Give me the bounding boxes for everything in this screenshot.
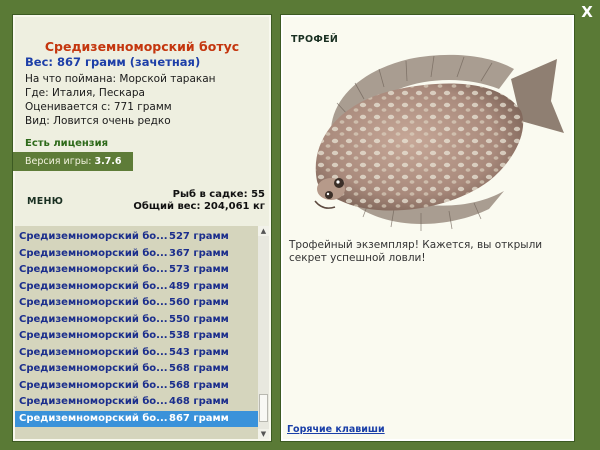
- catch-list[interactable]: Средиземноморский бо... 527 грамм Средизем…: [15, 226, 258, 439]
- catch-list-item[interactable]: Средиземноморский бо... 568 грамм: [15, 361, 258, 377]
- close-icon[interactable]: X: [578, 3, 596, 21]
- catch-list-item[interactable]: Средиземноморский бо... 468 грамм: [15, 394, 258, 410]
- catch-item-name: Средиземноморский бо...: [19, 297, 168, 308]
- catch-list-item[interactable]: Средиземноморский бо... 550 грамм: [15, 312, 258, 328]
- version-label: Версия игры:: [25, 156, 92, 167]
- fish-info-panel: Средиземноморский ботус Вес: 867 грамм (…: [12, 14, 272, 442]
- catch-list-item[interactable]: Средиземноморский бо... 527 грамм: [15, 229, 258, 245]
- flounder-fish-image: [314, 54, 564, 231]
- arrow-up-icon[interactable]: ▲: [258, 226, 269, 236]
- catch-item-weight: 538 грамм: [169, 330, 229, 341]
- catch-item-name: Средиземноморский бо...: [19, 313, 168, 325]
- catch-item-name: Средиземноморский бо...: [19, 379, 168, 391]
- catch-item-weight: 867 грамм: [169, 412, 229, 424]
- version-bar: Версия игры: 3.7.6: [13, 152, 133, 171]
- menu-button[interactable]: МЕНЮ: [27, 196, 63, 207]
- catch-list-item[interactable]: Средиземноморский бо... 568 грамм: [15, 378, 258, 394]
- license-status: Есть лицензия: [25, 138, 109, 149]
- fish-name: Средиземноморский ботус: [44, 39, 240, 54]
- fish-rarity: Вид: Ловится очень редко: [25, 115, 171, 127]
- trophy-panel: ТРОФЕЙ Трофейный экземпляр! Кажется, вы …: [280, 14, 575, 442]
- hotkeys-link[interactable]: Горячие клавиши: [287, 424, 385, 435]
- catch-list-item[interactable]: Средиземноморский бо... 573 грамм: [15, 262, 258, 278]
- catch-list-scrollbar[interactable]: ▲ ▼: [258, 226, 269, 439]
- catch-item-name: Средиземноморский бо...: [19, 247, 168, 259]
- catch-list-item[interactable]: Средиземноморский бо... 489 грамм: [15, 279, 258, 295]
- catch-item-name: Средиземноморский бо...: [19, 264, 168, 275]
- catch-list-item[interactable]: Средиземноморский бо... 560 грамм: [15, 295, 258, 311]
- catch-item-weight: 573 грамм: [169, 264, 229, 275]
- scrollbar-thumb[interactable]: [259, 394, 268, 422]
- total-weight: Общий вес: 204,061 кг: [133, 201, 265, 212]
- fish-bait: На что поймана: Морской таракан: [25, 73, 216, 85]
- catch-list-item[interactable]: Средиземноморский бо... 538 грамм: [15, 328, 258, 344]
- catch-list-item[interactable]: Средиземноморский бо... 543 грамм: [15, 345, 258, 361]
- fish-weight: Вес: 867 грамм (зачетная): [25, 55, 201, 69]
- catch-item-weight: 543 грамм: [169, 346, 229, 358]
- catch-item-weight: 468 грамм: [169, 396, 229, 407]
- trophy-message: Трофейный экземпляр! Кажется, вы открыли…: [289, 239, 543, 264]
- catch-list-item[interactable]: Средиземноморский бо... 867 грамм: [15, 410, 258, 427]
- catch-item-weight: 568 грамм: [169, 363, 229, 374]
- catch-item-weight: 527 грамм: [169, 231, 229, 242]
- catch-item-weight: 489 грамм: [169, 280, 229, 292]
- catch-item-weight: 367 грамм: [169, 247, 229, 259]
- catch-item-name: Средиземноморский бо...: [19, 396, 168, 407]
- arrow-down-icon[interactable]: ▼: [258, 429, 269, 439]
- catch-item-weight: 568 грамм: [169, 379, 229, 391]
- catch-stats: Рыб в садке: 55 Общий вес: 204,061 кг: [133, 189, 265, 213]
- catch-item-weight: 560 грамм: [169, 297, 229, 308]
- catch-item-weight: 550 грамм: [169, 313, 229, 325]
- catch-list-item[interactable]: Средиземноморский бо... 367 грамм: [15, 246, 258, 262]
- catch-item-name: Средиземноморский бо...: [19, 346, 168, 358]
- version-number: 3.7.6: [94, 156, 122, 167]
- fish-place: Где: Италия, Пескара: [25, 87, 145, 99]
- fish-value: Оценивается с: 771 грамм: [25, 101, 172, 113]
- catch-item-name: Средиземноморский бо...: [19, 412, 168, 424]
- catch-item-name: Средиземноморский бо...: [19, 280, 168, 292]
- catch-item-name: Средиземноморский бо...: [19, 363, 168, 374]
- catch-item-name: Средиземноморский бо...: [19, 330, 168, 341]
- fish-count: Рыб в садке: 55: [172, 189, 265, 200]
- catch-item-name: Средиземноморский бо...: [19, 231, 168, 242]
